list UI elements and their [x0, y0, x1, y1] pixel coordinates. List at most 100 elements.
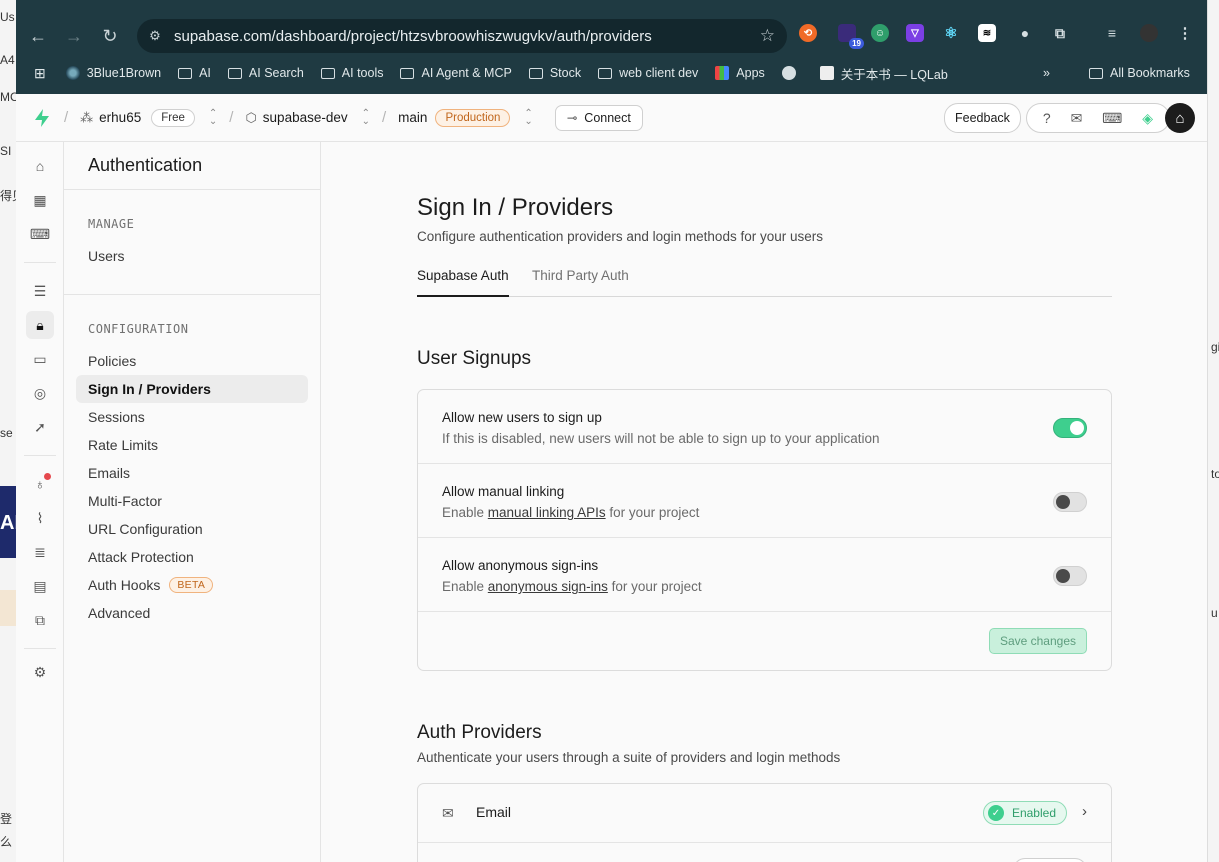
auth-lock-icon[interactable]: 🔒︎: [26, 311, 54, 339]
folder-icon: [227, 67, 242, 79]
extension-calendar-icon[interactable]: 19: [838, 24, 864, 49]
advisors-bulb-icon[interactable]: ♁: [26, 470, 54, 498]
breadcrumb-separator: /: [382, 109, 387, 126]
branch-switcher-icon[interactable]: ⌃ ⌄: [524, 108, 532, 126]
terminal-icon[interactable]: ⌨: [1102, 110, 1122, 127]
background-window-left: Us A4 MC SI 得见 se AI 登 么: [0, 0, 16, 862]
tab-third-party-auth[interactable]: Third Party Auth: [532, 268, 629, 297]
reading-list-icon[interactable]: ≡: [1103, 24, 1121, 42]
main-content: Sign In / Providers Configure authentica…: [321, 142, 1207, 862]
bg-fragment: MC: [0, 90, 16, 104]
bookmark-ai-search[interactable]: AI Search: [227, 66, 304, 80]
org-switcher-icon[interactable]: ⌃ ⌄: [209, 108, 217, 126]
org-name[interactable]: erhu65: [99, 110, 141, 125]
extension-orange-icon[interactable]: ⟲: [799, 24, 817, 42]
bookmark-ai-tools[interactable]: AI tools: [320, 66, 383, 80]
reports-chart-icon[interactable]: ⌇: [26, 504, 54, 532]
desc-text: Enable: [442, 579, 488, 594]
sidebar-item-auth-hooks[interactable]: Auth Hooks BETA: [76, 571, 308, 599]
folder-icon: [320, 67, 335, 79]
bookmarks-overflow-icon[interactable]: »: [1043, 66, 1050, 80]
site-settings-icon[interactable]: ⚙: [146, 27, 164, 45]
inbox-icon[interactable]: ✉: [1071, 110, 1083, 127]
bookmark-ai[interactable]: AI: [178, 66, 211, 80]
assistant-icon[interactable]: ◈: [1142, 110, 1153, 127]
all-bookmarks[interactable]: All Bookmarks: [1089, 66, 1190, 80]
apps-grid-icon[interactable]: ⊞: [34, 65, 46, 82]
reload-icon[interactable]: ↻: [92, 18, 128, 54]
extensions-puzzle-icon[interactable]: ⧉: [1051, 24, 1069, 42]
edge-functions-icon[interactable]: ➚: [26, 413, 54, 441]
settings-gear-icon[interactable]: ⚙: [26, 658, 54, 686]
site-icon: [819, 66, 834, 80]
sidebar-item-sign-in-providers[interactable]: Sign In / Providers: [76, 375, 308, 403]
home-icon[interactable]: ⌂: [26, 152, 54, 180]
left-icon-rail: ⌂ ▦ ⌨ ☰ 🔒︎ ▭ ◎ ➚ ♁ ⌇ ≣ ▤ ⧉ ⚙: [16, 142, 64, 862]
folder-icon: [528, 67, 543, 79]
chevron-right-icon[interactable]: ›: [1082, 803, 1087, 820]
help-icon[interactable]: ?: [1043, 110, 1051, 126]
status-text: Enabled: [1011, 806, 1056, 820]
browser-window: ← → ↻ ⚙ supabase.com/dashboard/project/h…: [16, 0, 1207, 862]
supabase-logo-icon[interactable]: [32, 108, 52, 128]
bookmark-star-icon[interactable]: ☆: [760, 26, 775, 46]
bookmark-ai-agent[interactable]: AI Agent & MCP: [400, 66, 512, 80]
sidebar-item-advanced[interactable]: Advanced: [76, 599, 308, 627]
row-divider: [418, 842, 1111, 843]
allow-signup-toggle[interactable]: [1053, 418, 1087, 438]
sidebar-item-url-configuration[interactable]: URL Configuration: [76, 515, 308, 543]
sidebar-item-users[interactable]: Users: [76, 242, 308, 270]
project-name[interactable]: supabase-dev: [263, 110, 348, 125]
toolbar: ← → ↻ ⚙ supabase.com/dashboard/project/h…: [16, 12, 1207, 60]
table-editor-icon[interactable]: ▦: [26, 186, 54, 214]
sidebar-item-emails[interactable]: Emails: [76, 459, 308, 487]
project-switcher-icon[interactable]: ⌃ ⌄: [362, 108, 370, 126]
back-icon[interactable]: ←: [20, 18, 56, 54]
bookmark-globe[interactable]: [781, 66, 803, 80]
logs-list-icon[interactable]: ≣: [26, 538, 54, 566]
database-icon[interactable]: ☰: [26, 277, 54, 305]
profile-avatar-icon[interactable]: [1140, 24, 1158, 42]
extension-wind-icon[interactable]: ≋: [978, 24, 996, 42]
bookmark-3blue1brown[interactable]: 3Blue1Brown: [65, 66, 161, 80]
sidebar-item-rate-limits[interactable]: Rate Limits: [76, 431, 308, 459]
provider-status-badge: [1013, 858, 1087, 862]
grid-icon: [715, 66, 730, 80]
anonymous-sign-ins-link[interactable]: anonymous sign-ins: [488, 579, 608, 594]
bookmark-lqlab[interactable]: 关于本书 — LQLab: [819, 64, 948, 83]
manual-linking-toggle[interactable]: [1053, 492, 1087, 512]
user-avatar[interactable]: ⌂: [1165, 103, 1195, 133]
feedback-button[interactable]: Feedback: [944, 103, 1021, 133]
extension-robot-icon[interactable]: ☺: [871, 24, 889, 42]
row-title: Allow anonymous sign-ins: [442, 558, 599, 573]
api-docs-icon[interactable]: ▤: [26, 572, 54, 600]
sidebar-item-policies[interactable]: Policies: [76, 347, 308, 375]
sidebar-item-attack-protection[interactable]: Attack Protection: [76, 543, 308, 571]
manual-linking-link[interactable]: manual linking APIs: [488, 505, 606, 520]
sql-editor-icon[interactable]: ⌨: [26, 220, 54, 248]
address-bar[interactable]: ⚙ supabase.com/dashboard/project/htzsvbr…: [137, 19, 787, 53]
realtime-icon[interactable]: ◎: [26, 379, 54, 407]
anonymous-signins-toggle[interactable]: [1053, 566, 1087, 586]
forward-icon[interactable]: →: [56, 18, 92, 54]
org-plan-badge: Free: [151, 108, 195, 127]
integrations-icon[interactable]: ⧉: [26, 606, 54, 634]
react-devtools-icon[interactable]: ⚛: [942, 24, 960, 42]
provider-row-email[interactable]: ✉ Email ✓ Enabled ›: [418, 784, 1111, 842]
card-footer: Save changes: [418, 612, 1111, 670]
bookmark-web-client-dev[interactable]: web client dev: [598, 66, 698, 80]
auth-providers-card: ✉ Email ✓ Enabled ›: [417, 783, 1112, 862]
sidebar-item-multi-factor[interactable]: Multi-Factor: [76, 487, 308, 515]
row-title: Allow manual linking: [442, 484, 565, 499]
save-changes-button[interactable]: Save changes: [988, 628, 1087, 654]
storage-icon[interactable]: ▭: [26, 345, 54, 373]
bookmark-stock[interactable]: Stock: [528, 66, 581, 80]
extension-chat-icon[interactable]: ●: [1016, 24, 1034, 42]
connect-button[interactable]: ⊸ Connect: [554, 104, 643, 131]
sidebar-item-sessions[interactable]: Sessions: [76, 403, 308, 431]
more-menu-icon[interactable]: ⋮: [1176, 24, 1194, 42]
bookmark-apps[interactable]: Apps: [715, 66, 765, 80]
tab-supabase-auth[interactable]: Supabase Auth: [417, 268, 509, 297]
extension-purple-icon[interactable]: ▽: [906, 24, 924, 42]
branch-name[interactable]: main: [398, 110, 427, 125]
